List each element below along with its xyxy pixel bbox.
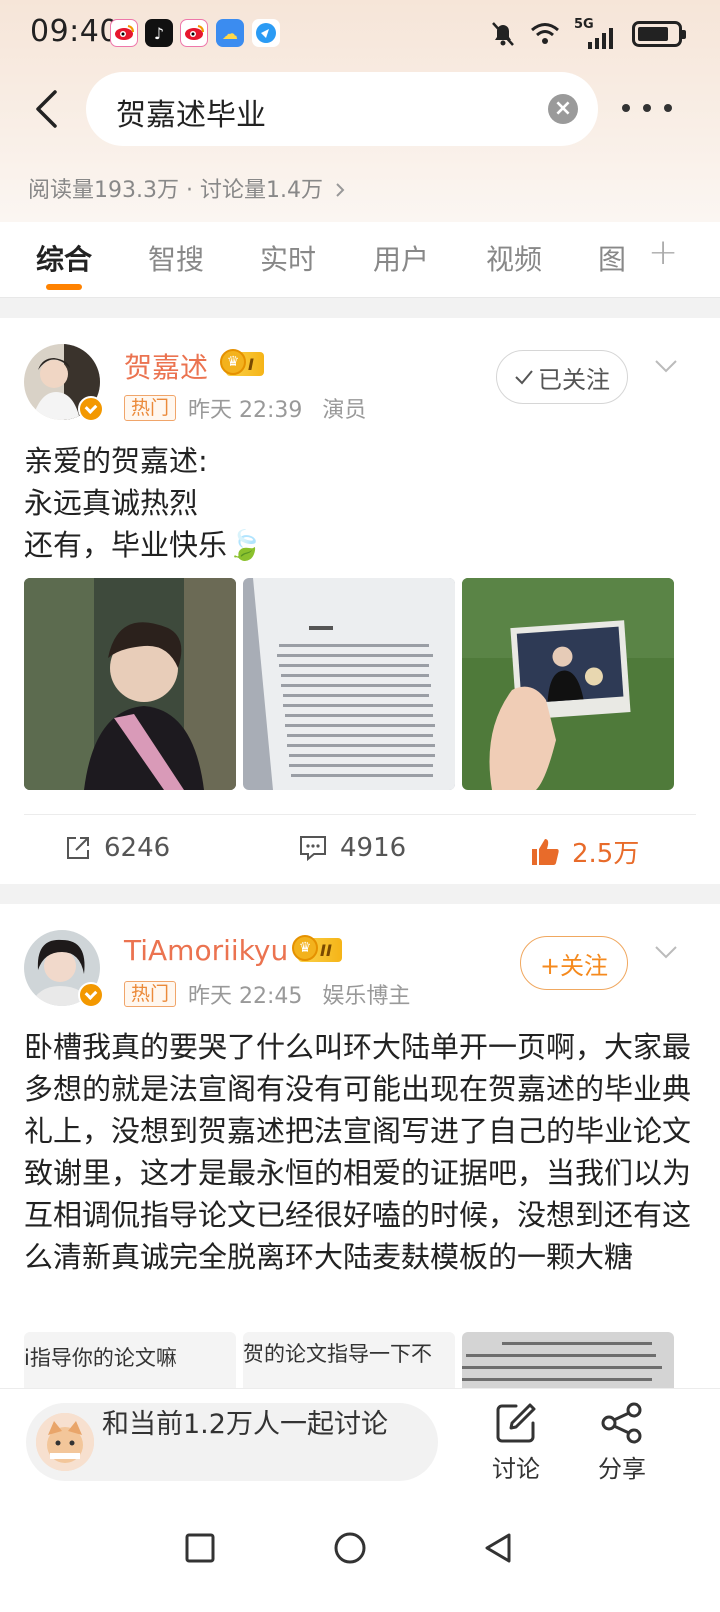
chevron-down-icon[interactable] xyxy=(654,940,678,964)
repost-count: 6246 xyxy=(104,833,171,863)
post-time: 昨天 22:39 xyxy=(188,398,303,423)
user-role: 演员 xyxy=(322,398,367,423)
circle-icon xyxy=(334,1532,366,1564)
comment-icon xyxy=(300,836,326,862)
post-image-thesis[interactable] xyxy=(243,578,455,790)
back-button[interactable] xyxy=(26,84,66,134)
square-icon xyxy=(185,1533,215,1563)
check-icon xyxy=(515,370,533,385)
share-label: 分享 xyxy=(598,1455,646,1483)
followed-button[interactable]: 已关注 xyxy=(496,350,628,404)
image-caption: i指导你的论文嘛 xyxy=(24,1346,177,1370)
join-discussion-input[interactable]: 和当前1.2万人一起讨论 xyxy=(26,1403,438,1481)
topic-stats-text: 阅读量193.3万 · 讨论量1.4万 xyxy=(28,178,323,203)
browser-app-icon xyxy=(252,19,280,47)
post-actions: 6246 4916 2.5万 xyxy=(24,814,696,884)
tab-smart-search[interactable]: 智搜 xyxy=(148,238,204,278)
user-role: 娱乐博主 xyxy=(322,984,411,1009)
hot-tag: 热门 xyxy=(124,395,177,421)
edit-icon xyxy=(496,1403,536,1443)
image-caption: 贺的论文指导一下不 xyxy=(243,1342,432,1366)
hot-tag: 热门 xyxy=(124,981,177,1007)
avatar xyxy=(36,1413,94,1471)
tiktok-app-icon: ♪ xyxy=(145,19,173,47)
recent-apps-button[interactable] xyxy=(180,1528,220,1568)
tab-comprehensive[interactable]: 综合 xyxy=(36,238,92,278)
back-arrow-icon xyxy=(36,90,57,128)
tab-realtime[interactable]: 实时 xyxy=(260,238,316,278)
like-button[interactable]: 2.5万 xyxy=(530,833,639,870)
system-nav-bar xyxy=(0,1498,720,1612)
post-line: 亲爱的贺嘉述: xyxy=(24,444,208,478)
post-meta: 热门 昨天 22:45 娱乐博主 xyxy=(124,978,410,1010)
follow-button[interactable]: +关注 xyxy=(520,936,628,990)
post-image-portrait[interactable] xyxy=(24,578,236,790)
post-line: 永远真诚热烈 xyxy=(24,486,199,520)
post-card: 贺嘉述 ♛ I 热门 昨天 22:39 演员 已关注 亲爱的贺嘉述: 永远真诚热烈… xyxy=(0,318,720,884)
clear-search-button[interactable]: × xyxy=(548,94,578,124)
search-tabs: 综合 智搜 实时 用户 视频 图 + xyxy=(0,222,720,298)
post-image-polaroid[interactable] xyxy=(462,578,674,790)
repost-button[interactable]: 6246 xyxy=(64,833,170,863)
post-meta: 热门 昨天 22:39 演员 xyxy=(124,392,366,424)
comment-button[interactable]: 4916 xyxy=(298,833,406,863)
home-button[interactable] xyxy=(330,1528,370,1568)
topic-stats[interactable]: 阅读量193.3万 · 讨论量1.4万 xyxy=(28,172,346,204)
share-button[interactable]: 分享 xyxy=(582,1401,662,1484)
status-icons: 5G xyxy=(490,17,686,51)
thumbs-up-icon xyxy=(532,838,559,865)
share-icon xyxy=(601,1402,642,1444)
post-image-screenshot-2[interactable]: 贺的论文指导一下不 xyxy=(243,1332,455,1388)
chevron-right-icon xyxy=(334,178,346,203)
battery-icon xyxy=(632,21,686,47)
add-tab-button[interactable]: + xyxy=(648,232,678,273)
post-image-document[interactable] xyxy=(462,1332,674,1388)
status-bar: 09:40 ♪ ☁ 5G xyxy=(0,0,720,68)
tab-video[interactable]: 视频 xyxy=(486,238,542,278)
search-input[interactable]: 贺嘉述毕业 × xyxy=(86,72,598,146)
post-text: 亲爱的贺嘉述: 永远真诚热烈 还有，毕业快乐🍃 xyxy=(24,440,696,566)
tab-images[interactable]: 图 xyxy=(598,238,626,278)
weibo-app-icon xyxy=(110,19,138,47)
signal-icon: 5G xyxy=(574,17,618,49)
repost-icon xyxy=(67,837,89,859)
post-image-screenshot-1[interactable]: i指导你的论文嘛 xyxy=(24,1332,236,1388)
discuss-label: 讨论 xyxy=(492,1455,540,1483)
post-text: 卧槽我真的要哭了什么叫环大陆单开一页啊，大家最多想的就是法宣阁有没有可能出现在贺… xyxy=(24,1030,692,1274)
verified-badge-icon xyxy=(78,982,104,1008)
bottom-bar: 和当前1.2万人一起讨论 讨论 分享 xyxy=(0,1388,720,1498)
verified-badge-icon xyxy=(78,396,104,422)
tab-users[interactable]: 用户 xyxy=(373,238,429,278)
discuss-button[interactable]: 讨论 xyxy=(476,1401,556,1484)
level-text: I xyxy=(248,354,254,374)
post-username[interactable]: 贺嘉述 xyxy=(124,346,208,386)
weather-app-icon: ☁ xyxy=(216,19,244,47)
crown-icon: ♛ xyxy=(220,349,246,375)
post-time: 昨天 22:45 xyxy=(188,984,303,1009)
system-back-button[interactable] xyxy=(478,1528,518,1568)
crown-icon: ♛ xyxy=(292,935,318,961)
like-count: 2.5万 xyxy=(572,839,640,869)
chevron-down-icon[interactable] xyxy=(654,354,678,378)
search-query: 贺嘉述毕业 xyxy=(116,98,266,133)
status-time: 09:40 xyxy=(30,14,119,49)
post-line: 还有，毕业快乐🍃 xyxy=(24,528,264,562)
follow-label: 已关注 xyxy=(538,365,610,394)
triangle-back-icon xyxy=(485,1533,511,1563)
member-level-badge: ♛ II xyxy=(292,935,342,964)
post-username[interactable]: TiAmoriikyu xyxy=(124,934,288,967)
member-level-badge: ♛ I xyxy=(220,349,264,378)
more-options-button[interactable] xyxy=(622,96,672,120)
comment-count: 4916 xyxy=(340,833,407,863)
weibo-app-icon-2 xyxy=(180,19,208,47)
active-tab-indicator xyxy=(46,284,82,290)
post-card: TiAmoriikyu ♛ II 热门 昨天 22:45 娱乐博主 +关注 卧槽我… xyxy=(0,904,720,1388)
level-text: II xyxy=(320,940,332,960)
discussion-prompt: 和当前1.2万人一起讨论 xyxy=(102,1409,388,1440)
follow-label: +关注 xyxy=(539,951,609,980)
wifi-icon xyxy=(531,23,559,44)
mute-icon xyxy=(492,22,514,46)
